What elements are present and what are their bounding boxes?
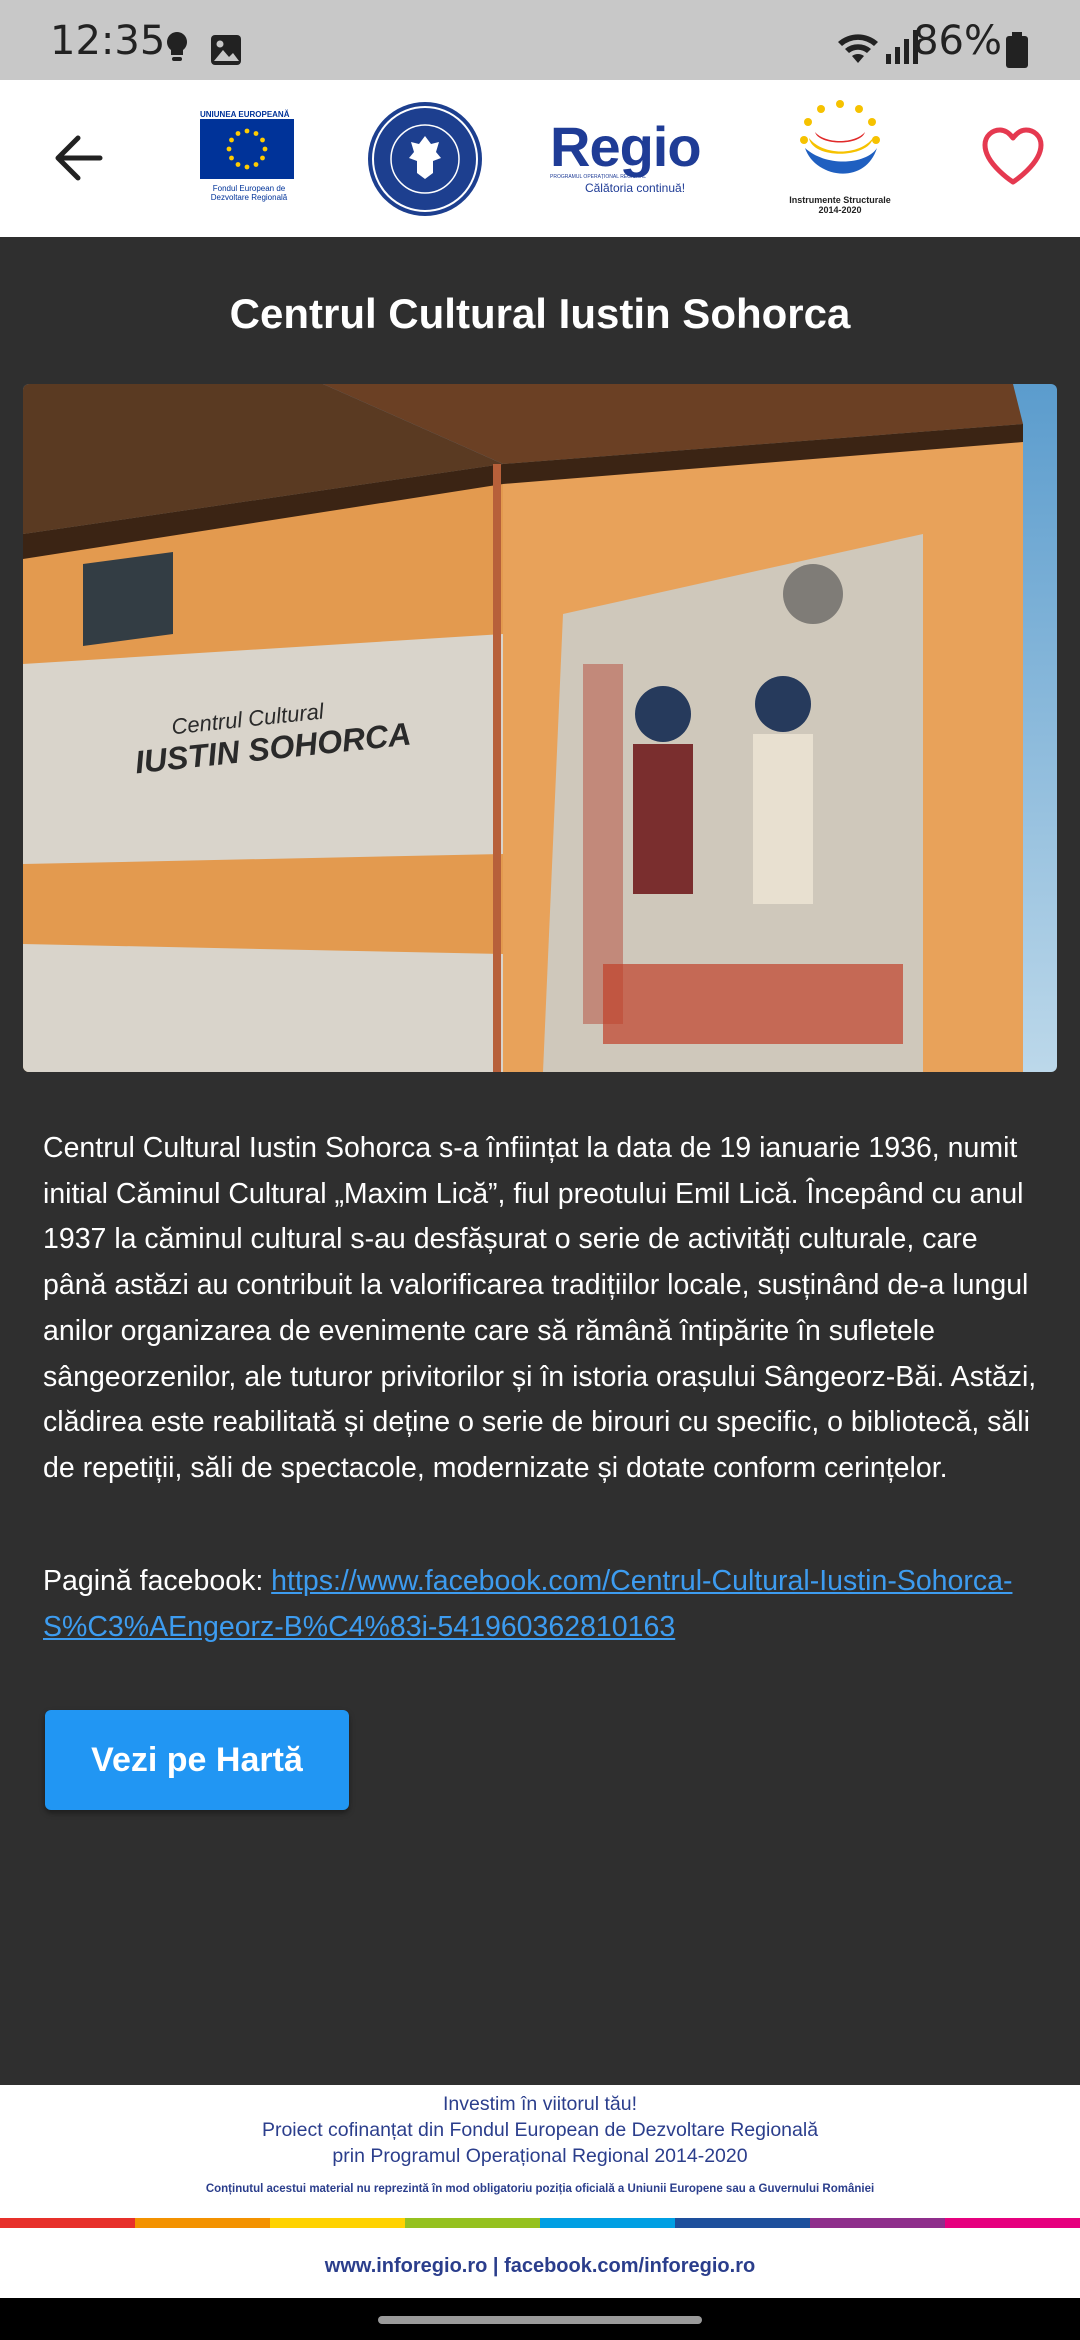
footer-links[interactable]: www.inforegio.ro | facebook.com/inforegi… — [0, 2255, 1080, 2278]
description-text: Centrul Cultural Iustin Sohorca s-a înfi… — [43, 1132, 1037, 1484]
is-logo-line2: 2014-2020 — [818, 205, 862, 215]
heart-icon — [982, 127, 1044, 185]
eu-logo-bottom-line1: Fondul European de — [212, 184, 286, 193]
view-on-map-button[interactable]: Vezi pe Hartă — [45, 1710, 349, 1810]
regio-tagline: Călătoria continuă! — [584, 181, 686, 195]
system-navigation-bar — [0, 2298, 1080, 2340]
instrumente-structurale-logo: Instrumente Structurale 2014-2020 — [775, 98, 905, 226]
is-emblem-icon — [800, 100, 880, 174]
government-seal-logo — [366, 100, 484, 218]
coat-of-arms-icon — [368, 102, 482, 216]
status-time: 12:35 — [50, 18, 166, 64]
eu-logo-bottom-text: Fondul European de Dezvoltare Regională — [200, 184, 298, 202]
wifi-icon — [836, 30, 880, 71]
app-header: UNIUNEA EUROPEANĂ Fondul European de Dez… — [0, 80, 1080, 237]
battery-percent: 86% — [913, 18, 1002, 64]
eu-flag-icon — [200, 119, 294, 179]
page-title: Centrul Cultural Iustin Sohorca — [229, 290, 851, 337]
favorite-button[interactable] — [980, 124, 1046, 190]
regio-logo: Regio PROGRAMUL OPERAȚIONAL REGIONAL Căl… — [550, 115, 720, 200]
regio-wordmark: Regio — [550, 115, 702, 178]
footer-line2: Proiect cofinanțat din Fondul European d… — [261, 2119, 819, 2141]
bulb-icon — [166, 32, 188, 67]
image-icon — [210, 34, 242, 71]
color-stripe — [0, 2218, 1080, 2228]
back-button[interactable] — [48, 128, 108, 188]
facebook-label: Pagină facebook: — [43, 1565, 272, 1597]
footer-banner: Investim în viitorul tău! Proiect cofina… — [0, 2085, 1080, 2298]
footer-line1: Investim în viitorul tău! — [443, 2093, 637, 2115]
eu-logo-top-text: UNIUNEA EUROPEANĂ — [200, 110, 290, 119]
battery-icon — [1006, 32, 1028, 73]
building-photo: Centrul Cultural IUSTIN SOHORCA — [23, 384, 1057, 1072]
is-logo-line1: Instrumente Structurale — [789, 195, 891, 205]
is-logo-text: Instrumente Structurale 2014-2020 — [775, 195, 905, 215]
footer-line3: prin Programul Operațional Regional 2014… — [332, 2145, 748, 2167]
eu-logo-bottom-line2: Dezvoltare Regională — [210, 193, 288, 202]
footer-disclaimer: Conținutul acestui material nu reprezint… — [205, 2183, 875, 2195]
home-gesture-handle[interactable] — [378, 2316, 702, 2324]
facebook-line: Pagină facebook: https://www.facebook.co… — [43, 1558, 1043, 1650]
arrow-left-icon — [55, 135, 103, 181]
status-bar: 12:35 86% — [0, 0, 1080, 80]
eu-logo: UNIUNEA EUROPEANĂ Fondul European de Dez… — [200, 110, 298, 210]
